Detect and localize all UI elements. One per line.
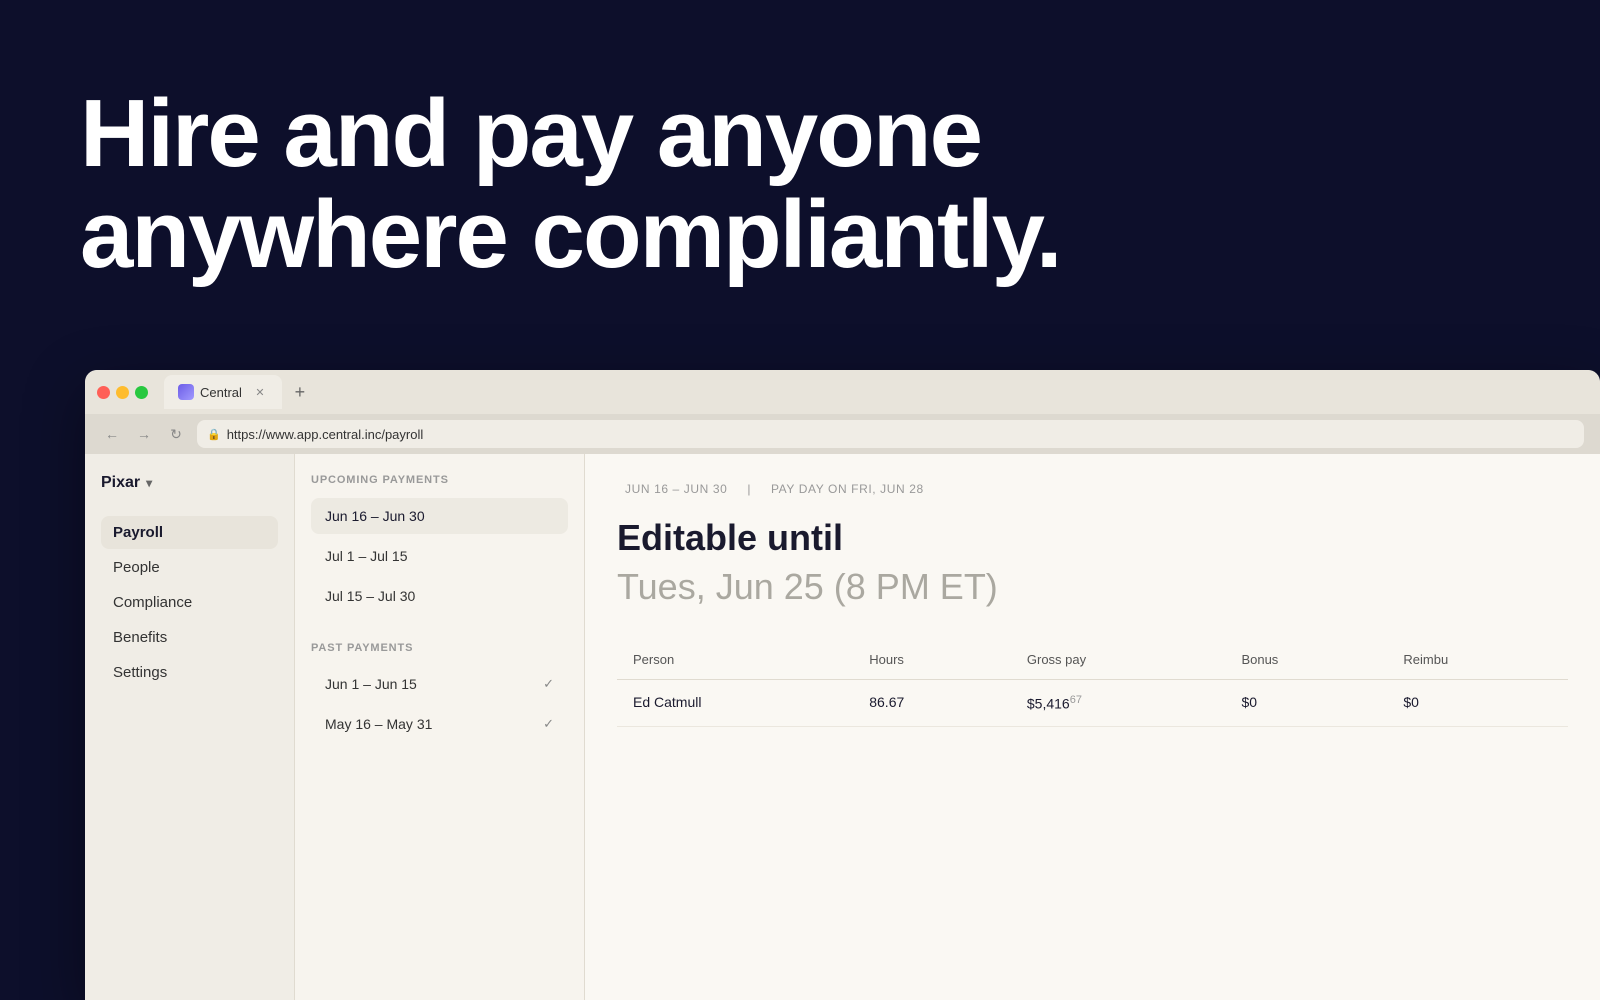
payment-item-jul15-jul30[interactable]: Jul 15 – Jul 30 — [311, 578, 568, 614]
past-payments-label: PAST PAYMENTS — [311, 642, 568, 654]
col-reimbu: Reimbu — [1387, 640, 1568, 680]
refresh-button[interactable]: ↻ — [165, 423, 187, 445]
payment-item-jun1-jun15[interactable]: Jun 1 – Jun 15 ✓ — [311, 666, 568, 702]
pay-day: PAY DAY ON FRI, JUN 28 — [771, 482, 924, 496]
sidebar-item-payroll[interactable]: Payroll — [101, 516, 278, 549]
chevron-down-icon: ▾ — [146, 476, 152, 490]
lock-icon: 🔒 — [207, 428, 221, 441]
tab-favicon — [178, 384, 194, 400]
sidebar-item-settings[interactable]: Settings — [101, 656, 278, 689]
upcoming-payments-label: UPCOMING PAYMENTS — [311, 474, 568, 486]
tab-close-button[interactable]: ✕ — [252, 384, 268, 400]
sidebar-item-compliance[interactable]: Compliance — [101, 586, 278, 619]
cell-gross-pay: $5,41667 — [1011, 680, 1226, 727]
active-tab[interactable]: Central ✕ — [164, 375, 282, 409]
table-row: Ed Catmull 86.67 $5,41667 $0 $0 — [617, 680, 1568, 727]
editable-label: Editable until — [617, 516, 1568, 559]
back-button[interactable]: ← — [101, 423, 123, 445]
browser-window: Central ✕ + ← → ↻ 🔒 https://www.app.cent… — [85, 370, 1600, 1000]
tab-label: Central — [200, 385, 242, 400]
payments-panel: UPCOMING PAYMENTS Jun 16 – Jun 30 Jul 1 … — [295, 454, 585, 1000]
payroll-table: Person Hours Gross pay Bonus Reimbu Ed C… — [617, 640, 1568, 727]
hero-text: Hire and pay anyone anywhere compliantly… — [80, 84, 1061, 286]
new-tab-button[interactable]: + — [286, 378, 314, 406]
payment-item-jun16-jun30[interactable]: Jun 16 – Jun 30 — [311, 498, 568, 534]
forward-button[interactable]: → — [133, 423, 155, 445]
cell-hours: 86.67 — [853, 680, 1011, 727]
org-selector[interactable]: Pixar ▾ — [101, 474, 278, 492]
browser-chrome: Central ✕ + — [85, 370, 1600, 414]
main-content: JUN 16 – JUN 30 | PAY DAY ON FRI, JUN 28… — [585, 454, 1600, 1000]
address-bar[interactable]: 🔒 https://www.app.central.inc/payroll — [197, 420, 1584, 448]
check-icon-jun1: ✓ — [543, 676, 554, 692]
tab-bar: Central ✕ + — [164, 375, 1588, 409]
col-person: Person — [617, 640, 853, 680]
payment-item-may16-may31[interactable]: May 16 – May 31 ✓ — [311, 706, 568, 742]
sidebar-item-benefits[interactable]: Benefits — [101, 621, 278, 654]
gross-pay-super: 67 — [1070, 694, 1082, 706]
sidebar-item-people[interactable]: People — [101, 551, 278, 584]
cell-bonus: $0 — [1225, 680, 1387, 727]
payment-item-jul1-jul15[interactable]: Jul 1 – Jul 15 — [311, 538, 568, 574]
period-separator: | — [747, 482, 751, 496]
period-header: JUN 16 – JUN 30 | PAY DAY ON FRI, JUN 28 — [617, 482, 1568, 496]
traffic-lights — [97, 386, 148, 399]
check-icon-may16: ✓ — [543, 716, 554, 732]
close-button[interactable] — [97, 386, 110, 399]
cell-person: Ed Catmull — [617, 680, 853, 727]
cell-reimbu: $0 — [1387, 680, 1568, 727]
col-bonus: Bonus — [1225, 640, 1387, 680]
col-hours: Hours — [853, 640, 1011, 680]
org-name: Pixar — [101, 474, 140, 492]
hero-section: Hire and pay anyone anywhere compliantly… — [0, 0, 1600, 370]
col-gross-pay: Gross pay — [1011, 640, 1226, 680]
period-range: JUN 16 – JUN 30 — [625, 482, 727, 496]
maximize-button[interactable] — [135, 386, 148, 399]
editable-date: Tues, Jun 25 (8 PM ET) — [617, 565, 1568, 608]
app-content: Pixar ▾ Payroll People Compliance Benefi… — [85, 454, 1600, 1000]
minimize-button[interactable] — [116, 386, 129, 399]
sidebar: Pixar ▾ Payroll People Compliance Benefi… — [85, 454, 295, 1000]
address-bar-row: ← → ↻ 🔒 https://www.app.central.inc/payr… — [85, 414, 1600, 454]
url-text: https://www.app.central.inc/payroll — [227, 427, 424, 442]
